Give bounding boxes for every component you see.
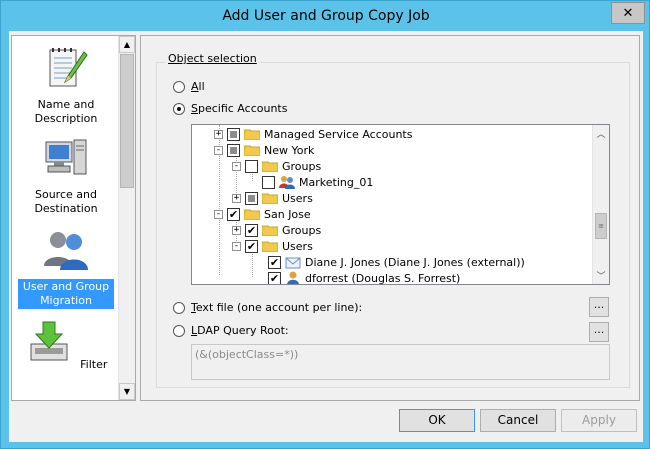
nav-scrollbar[interactable]: ▲ ▼	[118, 36, 135, 400]
tree-node-label: Managed Service Accounts	[264, 127, 413, 141]
radio-ldap-label: LDAP Query Root:	[191, 324, 289, 337]
contact-icon	[285, 257, 301, 269]
chevron-up-icon[interactable]: ︿	[593, 125, 609, 142]
ldap-query-input[interactable]: (&(objectClass=*))	[191, 344, 610, 380]
tree-node-label: Diane J. Jones (Diane J. Jones (external…	[305, 255, 525, 269]
tree-node-label: dforrest (Douglas S. Forrest)	[305, 271, 461, 285]
folder-icon	[262, 193, 278, 204]
radio-button[interactable]	[173, 324, 185, 337]
collapse-icon[interactable]: -	[214, 145, 223, 155]
close-button[interactable]: ✕	[611, 2, 645, 24]
folder-icon	[262, 241, 278, 252]
tree-node[interactable]: - New York	[214, 142, 314, 158]
tree-checkbox[interactable]	[268, 271, 281, 284]
tree-node[interactable]: + Managed Service Accounts	[214, 126, 412, 142]
nav-item-name-description[interactable]: Name and Description	[12, 44, 120, 127]
expand-icon[interactable]: +	[232, 193, 241, 203]
radio-text-file[interactable]: Text file (one account per line):	[173, 301, 362, 314]
scroll-down-icon[interactable]: ▼	[119, 383, 135, 400]
radio-specific-label: Specific Accounts	[191, 102, 288, 115]
dialog-client: Name and Description Source and Destinat…	[9, 31, 643, 442]
radio-button[interactable]	[173, 80, 185, 93]
group-icon	[279, 176, 295, 189]
nav-item-source-destination[interactable]: Source and Destination	[12, 134, 120, 217]
radio-button[interactable]	[173, 301, 185, 314]
tree-node[interactable]: - San Jose	[214, 206, 311, 222]
user-icon	[287, 271, 299, 284]
tree-checkbox[interactable]	[245, 223, 258, 237]
chevron-down-icon[interactable]: ﹀	[593, 267, 609, 284]
ldap-browse-button[interactable]: ...	[589, 322, 609, 342]
nav-item-label: User and Group Migration	[18, 279, 114, 309]
radio-button[interactable]	[173, 102, 185, 115]
computer-icon	[45, 139, 87, 175]
tree-node[interactable]: - Users	[232, 238, 313, 254]
collapse-icon[interactable]: -	[214, 209, 223, 219]
radio-text-file-label: Text file (one account per line):	[191, 301, 363, 314]
tree-checkbox[interactable]	[227, 143, 240, 157]
tree-node-label: Marketing_01	[299, 175, 374, 189]
tree-node-label: Users	[282, 191, 313, 205]
expand-icon[interactable]: +	[214, 129, 223, 139]
window-title: Add User and Group Copy Job	[222, 8, 430, 24]
users-icon	[44, 232, 88, 270]
wizard-nav: Name and Description Source and Destinat…	[11, 35, 136, 401]
tree-node[interactable]: dforrest (Douglas S. Forrest)	[268, 270, 461, 285]
radio-ldap-query-root[interactable]: LDAP Query Root:	[173, 324, 289, 337]
nav-item-user-group-migration[interactable]: User and Group Migration	[12, 226, 120, 309]
nav-item-filter[interactable]: Filter	[12, 318, 120, 373]
tree-checkbox[interactable]	[245, 239, 258, 253]
radio-specific-accounts[interactable]: Specific Accounts	[173, 102, 287, 115]
tree-node-label: Groups	[282, 223, 322, 237]
tree-scroll-thumb[interactable]: ≡	[595, 213, 607, 239]
collapse-icon[interactable]: -	[232, 161, 241, 171]
folder-icon	[244, 129, 260, 140]
tree-node-label: New York	[264, 143, 315, 157]
title-bar[interactable]: Add User and Group Copy Job ✕	[1, 1, 650, 31]
tree-checkbox[interactable]	[262, 175, 275, 189]
tree-checkbox[interactable]	[227, 127, 240, 141]
accounts-tree[interactable]: + Managed Service Accounts - New York - …	[191, 124, 610, 285]
text-file-browse-button[interactable]: ...	[589, 297, 609, 317]
radio-all[interactable]: All	[173, 80, 205, 93]
tree-node[interactable]: Marketing_01	[262, 174, 373, 190]
tree-checkbox[interactable]	[245, 191, 258, 205]
tree-checkbox[interactable]	[227, 207, 240, 221]
folder-icon	[262, 161, 278, 172]
apply-button[interactable]: Apply	[561, 409, 637, 432]
filter-arrow-icon	[30, 321, 68, 361]
collapse-icon[interactable]: -	[232, 241, 241, 251]
tree-node-label: Groups	[282, 159, 322, 173]
tree-node-label: San Jose	[264, 207, 311, 221]
tree-checkbox[interactable]	[268, 255, 281, 269]
radio-all-label: All	[191, 80, 205, 93]
cancel-button[interactable]: Cancel	[480, 409, 556, 432]
folder-icon	[262, 225, 278, 236]
expand-icon[interactable]: +	[232, 225, 241, 235]
tree-node-label: Users	[282, 239, 313, 253]
scroll-up-icon[interactable]: ▲	[119, 36, 135, 53]
dialog-window: Add User and Group Copy Job ✕ Name and D…	[0, 0, 650, 449]
tree-node[interactable]: + Groups	[232, 222, 321, 238]
tree-node[interactable]: - Groups	[232, 158, 321, 174]
ok-button[interactable]: OK	[399, 409, 475, 432]
folder-icon	[244, 209, 260, 220]
tree-checkbox[interactable]	[245, 159, 258, 173]
nav-item-label: Source and Destination	[34, 188, 98, 215]
nav-scroll-thumb[interactable]	[120, 54, 134, 188]
group-legend: Object selection	[165, 52, 260, 65]
folder-icon	[244, 145, 260, 156]
close-icon: ✕	[622, 5, 634, 21]
tree-node[interactable]: + Users	[232, 190, 313, 206]
nav-item-label: Name and Description	[34, 98, 98, 125]
notepad-pencil-icon	[49, 48, 88, 87]
nav-item-label: Filter	[80, 358, 108, 371]
tree-scrollbar[interactable]: ︿ ≡ ﹀	[592, 125, 609, 284]
tree-node[interactable]: Diane J. Jones (Diane J. Jones (external…	[268, 254, 525, 270]
migration-panel: Object selection All Specific Accounts +	[140, 35, 640, 401]
